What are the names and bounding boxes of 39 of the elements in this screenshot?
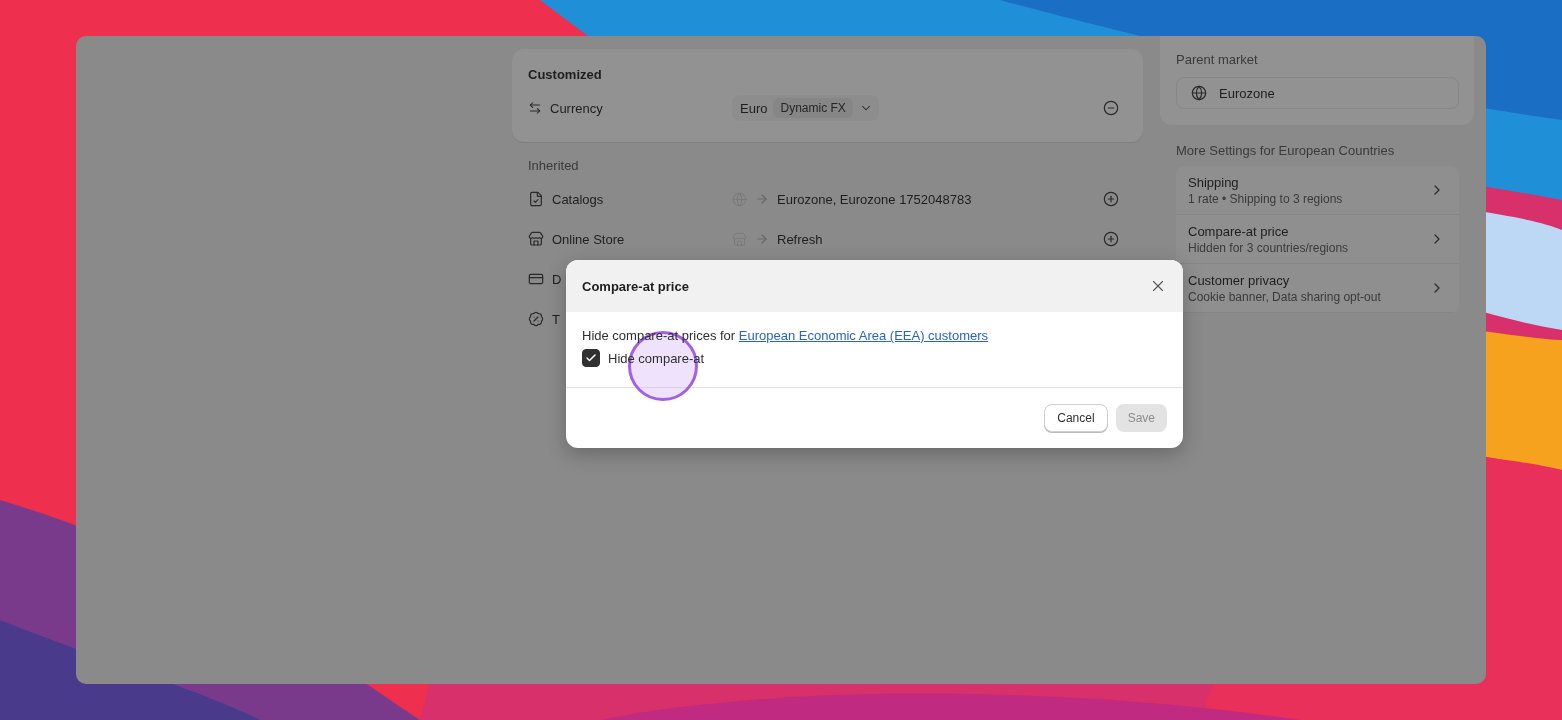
- select-value: Euro: [740, 100, 768, 116]
- percent-badge-icon: [528, 311, 544, 327]
- settings-item[interactable]: Shipping 1 rate • Shipping to 3 regions: [1176, 166, 1459, 215]
- section-title: Inherited: [528, 158, 580, 173]
- item-title: Customer privacy: [1188, 272, 1291, 288]
- row-label: Online Store: [552, 231, 625, 247]
- item-subtitle: 1 rate • Shipping to 3 regions: [1188, 191, 1343, 206]
- row-label: Catalogs: [552, 191, 604, 207]
- item-subtitle: Cookie banner, Data sharing opt-out: [1188, 289, 1381, 304]
- item-subtitle: Hidden for 3 countries/regions: [1188, 240, 1349, 255]
- settings-item[interactable]: Compare-at price Hidden for 3 countries/regions: [1176, 215, 1459, 264]
- row-label: D: [552, 271, 562, 287]
- dialog-title: Compare-at price: [582, 278, 689, 294]
- section-title: Customized: [528, 67, 603, 82]
- row-label: T: [552, 311, 560, 327]
- checkbox[interactable]: [582, 349, 600, 367]
- dialog-button[interactable]: Cancel: [1044, 404, 1108, 432]
- arrow-right-icon: [755, 232, 769, 246]
- row-label: Currency: [550, 100, 603, 116]
- eea-link[interactable]: European Economic Area (EEA) customers: [738, 328, 989, 343]
- document-check-icon: [528, 191, 544, 207]
- add-icon[interactable]: [1103, 191, 1119, 207]
- item-title: Shipping: [1188, 174, 1240, 190]
- check-icon: [585, 352, 597, 364]
- row-value: Refresh: [777, 231, 823, 247]
- currency-select[interactable]: Euro Dynamic FX: [732, 95, 879, 121]
- add-icon[interactable]: [1103, 231, 1119, 247]
- status-badge: Dynamic FX: [773, 98, 853, 118]
- parent-market-field[interactable]: Eurozone: [1176, 77, 1459, 109]
- globe-icon: [1191, 85, 1207, 101]
- section-title: Parent market: [1176, 52, 1259, 67]
- store-icon: [528, 231, 544, 247]
- card-icon: [528, 271, 544, 287]
- item-title: Compare-at price: [1188, 223, 1290, 239]
- exchange-icon: [528, 101, 542, 115]
- row-value: Eurozone, Eurozone 1752048783: [777, 191, 972, 207]
- arrow-right-icon: [755, 192, 769, 206]
- remove-icon[interactable]: [1103, 100, 1119, 116]
- section-title: More Settings for European Countries: [1176, 143, 1396, 158]
